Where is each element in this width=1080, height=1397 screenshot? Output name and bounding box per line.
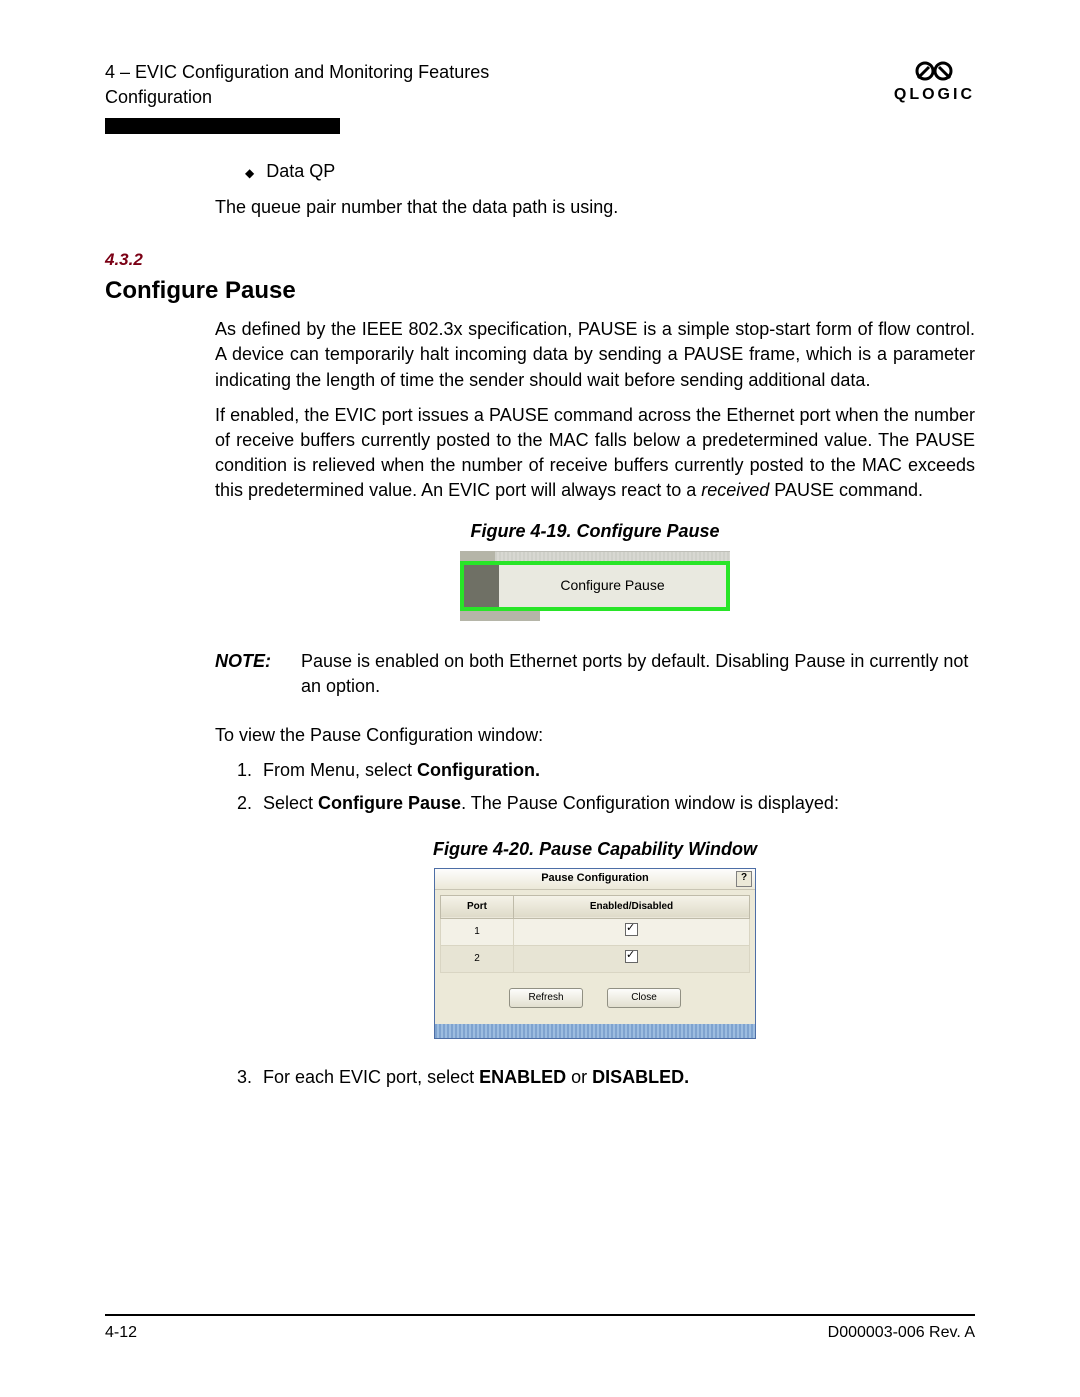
footer-doc-id: D000003-006 Rev. A	[828, 1324, 975, 1342]
section-para-2: If enabled, the EVIC port issues a PAUSE…	[215, 403, 975, 504]
pause-config-window: Pause Configuration ? Port Enabled/Disab…	[434, 868, 756, 1039]
note-label: NOTE:	[215, 649, 283, 699]
logo-glyph-icon	[894, 60, 975, 86]
help-button[interactable]: ?	[736, 871, 752, 887]
body-content: ◆ Data QP The queue pair number that the…	[215, 159, 975, 1090]
bullet-icon: ◆	[245, 165, 254, 182]
window-titlebar: Pause Configuration ?	[435, 869, 755, 890]
instruction-1: 1. From Menu, select Configuration.	[237, 758, 975, 783]
window-button-row: Refresh Close	[435, 978, 755, 1024]
section-title: Configure Pause	[105, 274, 975, 308]
fig19-selected-row: Configure Pause	[460, 561, 730, 611]
fig19-top-strip	[460, 551, 730, 561]
instruction-3: 3. For each EVIC port, select ENABLED or…	[237, 1065, 975, 1090]
bullet-data-qp: ◆ Data QP	[245, 159, 975, 184]
table-row: 2	[441, 945, 750, 972]
list-text: For each EVIC port, select ENABLED or DI…	[263, 1065, 689, 1090]
checkbox-port-2[interactable]	[625, 950, 638, 963]
window-title: Pause Configuration	[541, 871, 649, 886]
close-button[interactable]: Close	[607, 988, 681, 1008]
page-header: 4 – EVIC Configuration and Monitoring Fe…	[105, 60, 975, 110]
cell-enabled	[514, 918, 750, 945]
fig19-row-label: Configure Pause	[499, 565, 726, 607]
header-black-bar	[105, 118, 340, 134]
figure-4-19: Configure Pause	[460, 551, 730, 621]
table-header-row: Port Enabled/Disabled	[441, 895, 750, 918]
qlogic-logo: QLOGIC	[894, 60, 975, 104]
checkbox-port-1[interactable]	[625, 923, 638, 936]
bullet-desc: The queue pair number that the data path…	[215, 195, 975, 220]
para2-b: PAUSE command.	[769, 480, 923, 500]
list-number: 3.	[237, 1065, 255, 1090]
col-port: Port	[441, 895, 514, 918]
para2-em: received	[701, 480, 769, 500]
page-footer: 4-12 D000003-006 Rev. A	[105, 1314, 975, 1342]
instruction-3-wrap: 3. For each EVIC port, select ENABLED or…	[237, 1065, 975, 1090]
header-line-1: 4 – EVIC Configuration and Monitoring Fe…	[105, 60, 489, 85]
section-para-1: As defined by the IEEE 802.3x specificat…	[215, 317, 975, 393]
fig19-row-icon	[464, 565, 499, 607]
note-block: NOTE: Pause is enabled on both Ethernet …	[215, 649, 975, 699]
logo-text: QLOGIC	[894, 86, 975, 104]
instructions-list: 1. From Menu, select Configuration. 2. S…	[237, 758, 975, 816]
instructions-lead: To view the Pause Configuration window:	[215, 723, 975, 748]
list-number: 2.	[237, 791, 255, 816]
page: 4 – EVIC Configuration and Monitoring Fe…	[0, 0, 1080, 1397]
bullet-title: Data QP	[266, 159, 335, 184]
header-text: 4 – EVIC Configuration and Monitoring Fe…	[105, 60, 489, 110]
cell-port: 1	[441, 918, 514, 945]
cell-port: 2	[441, 945, 514, 972]
table-row: 1	[441, 918, 750, 945]
list-text: Select Configure Pause. The Pause Config…	[263, 791, 839, 816]
note-text: Pause is enabled on both Ethernet ports …	[301, 649, 975, 699]
footer-page-number: 4-12	[105, 1324, 137, 1342]
list-number: 1.	[237, 758, 255, 783]
col-enabled: Enabled/Disabled	[514, 895, 750, 918]
figure-4-20-caption: Figure 4-20. Pause Capability Window	[215, 837, 975, 862]
figure-4-19-caption: Figure 4-19. Configure Pause	[215, 519, 975, 544]
section-number: 4.3.2	[105, 248, 975, 272]
cell-enabled	[514, 945, 750, 972]
list-text: From Menu, select Configuration.	[263, 758, 540, 783]
instruction-2: 2. Select Configure Pause. The Pause Con…	[237, 791, 975, 816]
fig19-bottom-strip	[460, 611, 730, 621]
refresh-button[interactable]: Refresh	[509, 988, 583, 1008]
window-status-strip	[435, 1024, 755, 1038]
header-line-2: Configuration	[105, 85, 489, 110]
pause-table: Port Enabled/Disabled 1 2	[440, 895, 750, 973]
